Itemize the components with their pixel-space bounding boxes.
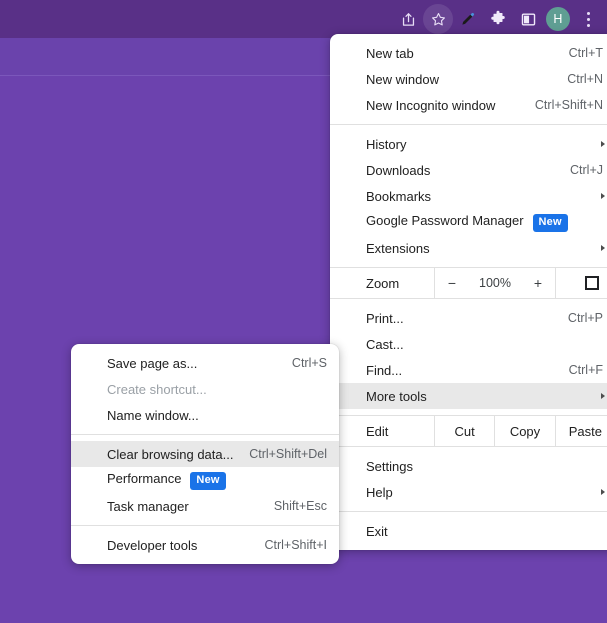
side-panel-icon[interactable]: [513, 4, 543, 34]
menu-item-print[interactable]: Print... Ctrl+P: [330, 305, 607, 331]
menu-item-label: Settings: [366, 458, 413, 474]
menu-item-more-tools[interactable]: More tools: [330, 383, 607, 409]
chevron-right-icon: [601, 193, 605, 199]
submenu-item-developer-tools[interactable]: Developer tools Ctrl+Shift+I: [71, 532, 339, 558]
menu-item-label: Developer tools: [107, 537, 198, 553]
menu-item-help[interactable]: Help: [330, 479, 607, 505]
chevron-right-icon: [601, 393, 605, 399]
zoom-row: Zoom − 100% +: [330, 267, 607, 299]
menu-item-text: Performance: [107, 470, 182, 486]
chrome-menu-button[interactable]: [573, 4, 603, 34]
menu-item-copy[interactable]: Copy: [494, 416, 554, 446]
fullscreen-button[interactable]: [556, 268, 607, 298]
zoom-controls: − 100% +: [434, 268, 556, 298]
menu-item-label: Help: [366, 484, 393, 500]
menu-item-label: Save page as...: [107, 355, 198, 371]
avatar[interactable]: H: [543, 4, 573, 34]
menu-item-label: Cast...: [366, 336, 404, 352]
chevron-right-icon: [601, 489, 605, 495]
avatar-initial: H: [546, 7, 570, 31]
menu-item-new-window[interactable]: New window Ctrl+N: [330, 66, 607, 92]
menu-item-label: Find...: [366, 362, 403, 378]
menu-item-cut[interactable]: Cut: [434, 416, 494, 446]
menu-item-shortcut: Ctrl+Shift+I: [264, 538, 327, 552]
menu-item-shortcut: Ctrl+J: [570, 163, 603, 177]
more-tools-submenu: Save page as... Ctrl+S Create shortcut..…: [71, 344, 339, 564]
chrome-main-menu: New tab Ctrl+T New window Ctrl+N New Inc…: [330, 34, 607, 550]
menu-item-label: Bookmarks: [366, 188, 432, 204]
menu-separator: [71, 525, 339, 526]
menu-item-cast[interactable]: Cast...: [330, 331, 607, 357]
menu-separator: [330, 124, 607, 125]
menu-separator: [71, 434, 339, 435]
menu-item-shortcut: Ctrl+P: [567, 311, 603, 325]
fullscreen-icon: [585, 276, 599, 290]
menu-item-label: Exit: [366, 523, 388, 539]
menu-item-find[interactable]: Find... Ctrl+F: [330, 357, 607, 383]
menu-item-label: Google Password Manager New: [366, 213, 603, 232]
menu-item-label: New window: [366, 71, 439, 87]
share-icon[interactable]: [393, 4, 423, 34]
zoom-out-button[interactable]: −: [435, 275, 469, 291]
menu-item-label: Performance New: [107, 471, 327, 490]
extensions-puzzle-icon[interactable]: [483, 4, 513, 34]
browser-toolbar: H: [0, 0, 607, 38]
menu-item-label: Print...: [366, 310, 404, 326]
menu-item-downloads[interactable]: Downloads Ctrl+J: [330, 157, 607, 183]
menu-item-shortcut: Ctrl+T: [568, 46, 603, 60]
zoom-level-value: 100%: [479, 276, 511, 290]
chevron-right-icon: [601, 141, 605, 147]
menu-item-label: Extensions: [366, 240, 430, 256]
zoom-in-button[interactable]: +: [521, 275, 555, 291]
menu-item-shortcut: Ctrl+Shift+Del: [249, 447, 327, 461]
menu-item-google-password-manager[interactable]: Google Password Manager New: [330, 209, 607, 235]
pen-highlighter-icon[interactable]: [453, 4, 483, 34]
submenu-item-clear-browsing-data[interactable]: Clear browsing data... Ctrl+Shift+Del: [71, 441, 339, 467]
menu-item-label: Task manager: [107, 498, 189, 514]
submenu-item-create-shortcut: Create shortcut...: [71, 376, 339, 402]
menu-item-new-incognito-window[interactable]: New Incognito window Ctrl+Shift+N: [330, 92, 607, 118]
edit-row: Edit Cut Copy Paste: [330, 415, 607, 447]
new-badge: New: [190, 471, 226, 490]
bookmark-star-icon[interactable]: [423, 4, 453, 34]
menu-item-label: New Incognito window: [366, 97, 496, 113]
menu-item-label: New tab: [366, 45, 414, 61]
menu-item-new-tab[interactable]: New tab Ctrl+T: [330, 40, 607, 66]
three-dot-icon: [586, 11, 590, 27]
submenu-item-task-manager[interactable]: Task manager Shift+Esc: [71, 493, 339, 519]
submenu-item-save-page-as[interactable]: Save page as... Ctrl+S: [71, 350, 339, 376]
toolbar-icon-group: H: [393, 0, 603, 38]
menu-item-label: Create shortcut...: [107, 381, 207, 397]
menu-item-label: History: [366, 136, 407, 152]
submenu-item-performance[interactable]: Performance New: [71, 467, 339, 493]
menu-item-shortcut: Ctrl+S: [291, 356, 327, 370]
menu-item-shortcut: Ctrl+Shift+N: [534, 98, 603, 112]
menu-item-label: More tools: [366, 388, 427, 404]
menu-item-label: Name window...: [107, 407, 199, 423]
menu-item-bookmarks[interactable]: Bookmarks: [330, 183, 607, 209]
menu-item-shortcut: Ctrl+F: [568, 363, 603, 377]
menu-item-history[interactable]: History: [330, 131, 607, 157]
browser-window: H New tab Ctrl+T New window Ctrl+N New I…: [0, 0, 607, 623]
menu-item-exit[interactable]: Exit: [330, 518, 607, 544]
new-badge: New: [532, 213, 568, 232]
menu-item-settings[interactable]: Settings: [330, 453, 607, 479]
menu-item-shortcut: Shift+Esc: [273, 499, 327, 513]
menu-separator: [330, 511, 607, 512]
menu-item-extensions[interactable]: Extensions: [330, 235, 607, 261]
menu-item-label: Downloads: [366, 162, 431, 178]
menu-item-shortcut: Ctrl+N: [567, 72, 603, 86]
zoom-label: Zoom: [366, 275, 400, 291]
chevron-right-icon: [601, 245, 605, 251]
menu-item-label: Clear browsing data...: [107, 446, 234, 462]
menu-item-paste[interactable]: Paste: [554, 416, 607, 446]
submenu-item-name-window[interactable]: Name window...: [71, 402, 339, 428]
edit-label: Edit: [366, 423, 389, 439]
menu-item-text: Google Password Manager: [366, 212, 524, 228]
